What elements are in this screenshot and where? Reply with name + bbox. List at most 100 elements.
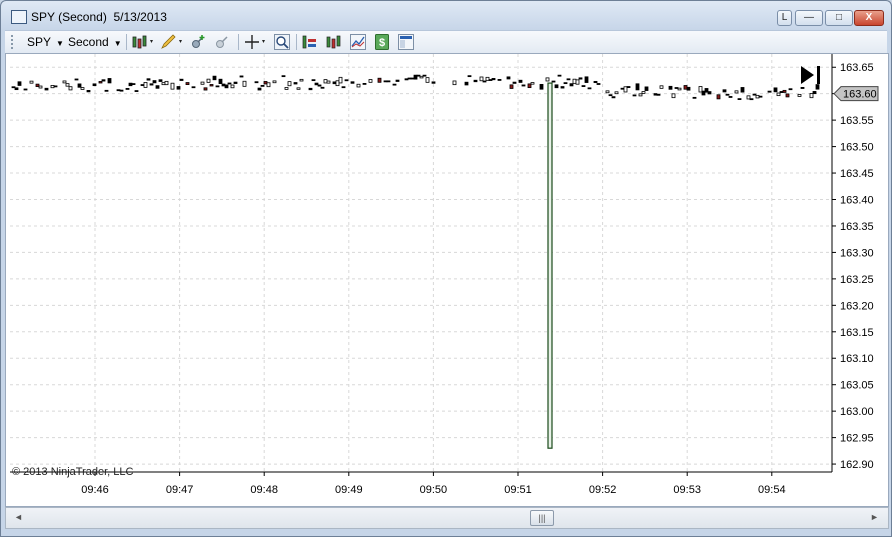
price-bar	[776, 92, 781, 97]
price-bar	[728, 96, 733, 98]
price-bar	[587, 87, 592, 90]
interval-label: Second	[68, 35, 109, 49]
y-tick-label: 162.95	[840, 433, 874, 445]
scrollbar-thumb[interactable]: |||	[530, 510, 554, 526]
price-bar	[659, 85, 664, 89]
price-bar	[788, 88, 793, 91]
price-bar	[464, 81, 469, 86]
price-bar	[596, 83, 601, 85]
price-bar	[782, 89, 787, 93]
chart-window: SPY (Second) 5/13/2013 L — □ X SPY ▼ Seco…	[0, 0, 892, 537]
y-tick-label: 163.15	[840, 327, 874, 339]
close-button[interactable]: X	[854, 10, 884, 26]
price-bar	[614, 91, 619, 95]
toolbar-grip-icon[interactable]	[11, 35, 13, 49]
price-bar	[152, 80, 157, 84]
scroll-left-icon[interactable]: ◄	[14, 512, 23, 522]
link-button[interactable]: L	[777, 10, 792, 26]
price-bar	[143, 82, 148, 88]
maximize-button[interactable]: □	[825, 10, 853, 26]
minimize-button[interactable]: —	[795, 10, 823, 26]
add-indicator-icon[interactable]	[190, 34, 206, 50]
scroll-right-icon[interactable]: ►	[870, 512, 879, 522]
price-bar	[575, 79, 580, 85]
price-bar	[557, 74, 562, 77]
horizontal-scrollbar[interactable]: ◄ ||| ►	[5, 507, 889, 529]
price-bar	[131, 83, 136, 85]
price-bar	[230, 84, 235, 89]
price-bar	[785, 93, 790, 98]
order-entry-icon[interactable]: $	[374, 34, 390, 50]
y-tick-label: 163.05	[840, 380, 874, 392]
properties-icon[interactable]	[398, 34, 414, 50]
title-bar[interactable]: SPY (Second) 5/13/2013 L — □ X	[1, 1, 891, 31]
price-bar	[767, 90, 772, 93]
price-bar	[116, 89, 121, 92]
price-bar	[545, 77, 550, 82]
x-tick-label: 09:53	[673, 484, 701, 496]
y-tick-label: 163.00	[840, 406, 874, 418]
price-bar	[92, 83, 97, 87]
price-bar	[140, 84, 145, 86]
price-bar	[161, 82, 166, 86]
price-bar	[257, 87, 262, 91]
instrument-dropdown[interactable]: SPY ▼	[27, 34, 64, 50]
price-bar	[281, 75, 286, 78]
price-bar	[146, 78, 151, 81]
price-bar	[179, 78, 184, 81]
indicators-icon[interactable]	[326, 34, 342, 50]
x-tick-label: 09:48	[250, 484, 278, 496]
price-bar	[362, 83, 367, 85]
price-bar	[641, 91, 646, 94]
price-bar	[635, 83, 640, 91]
price-bar	[734, 90, 739, 94]
price-bar	[242, 80, 247, 87]
price-bar	[692, 96, 697, 99]
x-tick-label: 09:51	[504, 484, 532, 496]
svg-text:$: $	[379, 37, 385, 49]
price-bar	[44, 87, 49, 91]
price-bar	[605, 90, 610, 94]
remove-indicator-icon[interactable]	[214, 34, 230, 50]
x-tick-label: 09:52	[589, 484, 617, 496]
price-bar	[668, 85, 673, 90]
crosshair-icon[interactable]	[244, 34, 268, 50]
price-bar	[350, 81, 355, 84]
drawing-pencil-icon[interactable]	[160, 34, 184, 50]
price-bar	[566, 78, 571, 81]
price-bar	[632, 94, 637, 97]
price-bar	[335, 80, 340, 87]
price-bar	[584, 76, 589, 83]
price-bar	[491, 78, 496, 81]
price-bar	[707, 91, 712, 95]
price-bar	[812, 91, 817, 95]
interval-dropdown[interactable]: Second ▼	[68, 34, 122, 50]
price-bar	[416, 74, 421, 77]
price-bar	[779, 91, 784, 93]
price-bar	[11, 86, 16, 89]
price-chart[interactable]: 163.65 163.60 163.55 163.50 163.45 163.40 163.…	[6, 54, 888, 506]
x-tick-label: 09:47	[166, 484, 194, 496]
price-bar	[356, 83, 361, 88]
price-bar	[191, 86, 196, 89]
y-tick-label: 162.90	[840, 459, 874, 471]
price-bar	[773, 87, 778, 93]
price-bar	[686, 86, 691, 91]
price-bar	[320, 86, 325, 89]
price-bar	[155, 85, 160, 89]
price-bar	[14, 87, 19, 91]
price-chart-panel[interactable]: 163.65 163.60 163.55 163.50 163.45 163.40 163.…	[5, 53, 889, 507]
bar-type-icon[interactable]	[132, 34, 156, 50]
chart-app-icon	[11, 10, 27, 24]
outlier-price-bar	[547, 82, 553, 449]
price-bar	[593, 80, 598, 84]
x-tick-label: 09:50	[420, 484, 448, 496]
strategies-icon[interactable]	[350, 34, 366, 50]
price-bar	[254, 81, 259, 84]
zoom-icon[interactable]	[274, 34, 290, 50]
price-bar	[518, 79, 523, 83]
scroll-to-end-icon[interactable]	[801, 66, 820, 84]
data-series-icon[interactable]	[302, 34, 318, 50]
y-tick-label: 163.50	[840, 142, 874, 154]
price-bar	[368, 79, 373, 83]
